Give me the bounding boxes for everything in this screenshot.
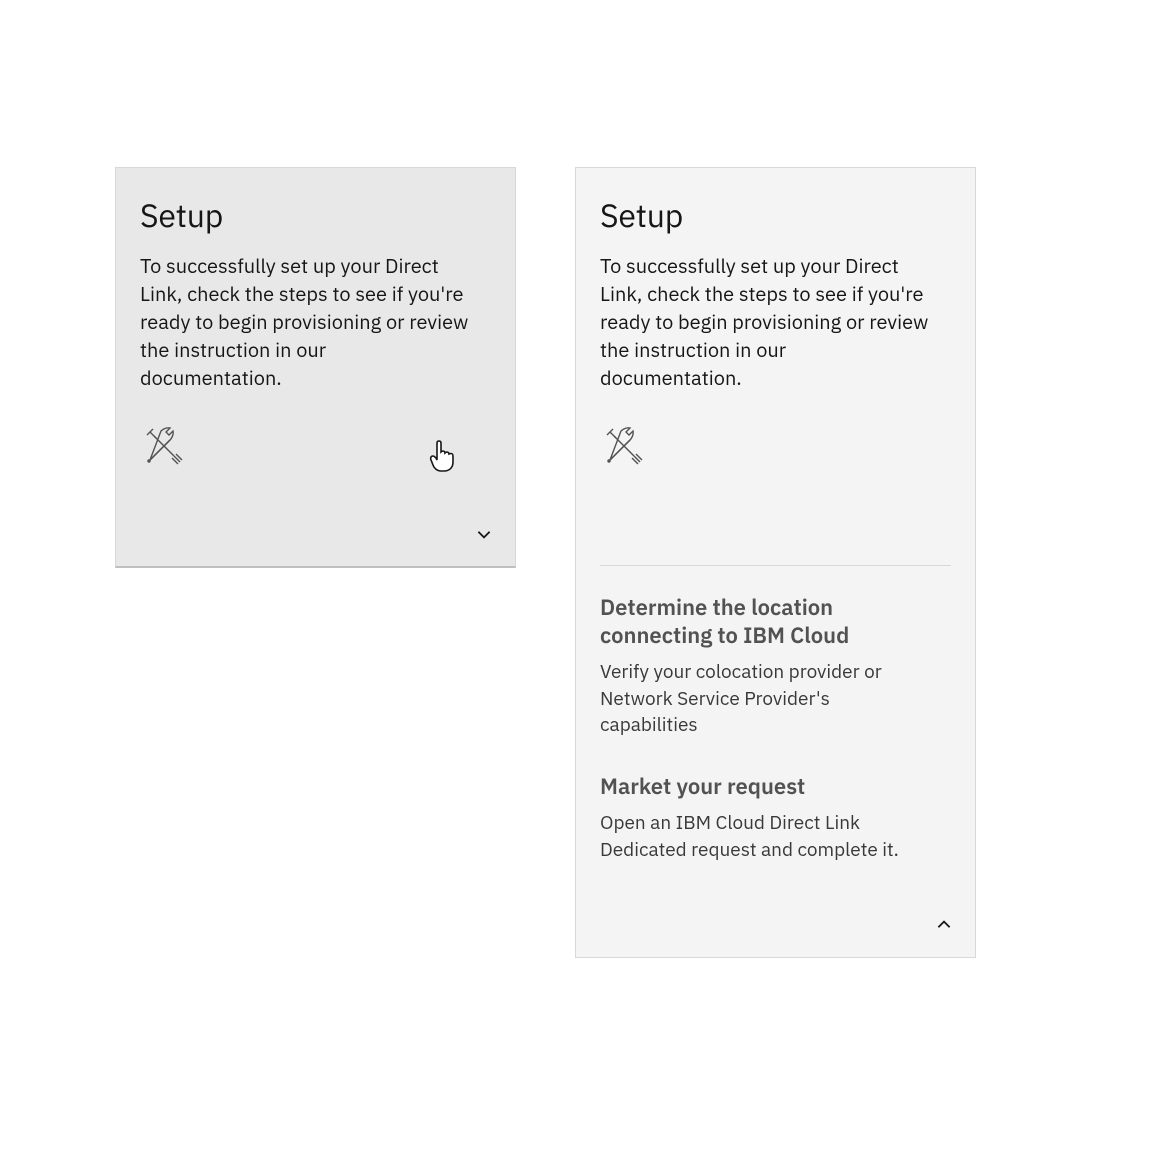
divider (600, 565, 951, 566)
chevron-up-icon (935, 916, 953, 934)
card-description: To successfully set up your Direct Link,… (140, 252, 470, 392)
collapse-toggle[interactable] (935, 916, 953, 939)
expand-toggle[interactable] (475, 525, 493, 548)
setup-card-expanded[interactable]: Setup To successfully set up your Direct… (575, 167, 976, 958)
step-description: Verify your colocation provider or Netwo… (600, 659, 930, 739)
tools-icon (140, 422, 491, 475)
setup-card-collapsed[interactable]: Setup To successfully set up your Direct… (115, 167, 516, 568)
chevron-down-icon (475, 525, 493, 543)
step-title: Market your request (600, 773, 880, 801)
step-description: Open an IBM Cloud Direct Link Dedicated … (600, 810, 930, 863)
card-title: Setup (140, 194, 491, 236)
card-description: To successfully set up your Direct Link,… (600, 252, 930, 392)
tools-icon (600, 422, 951, 475)
card-title: Setup (600, 194, 951, 236)
step-title: Determine the location connecting to IBM… (600, 594, 880, 649)
